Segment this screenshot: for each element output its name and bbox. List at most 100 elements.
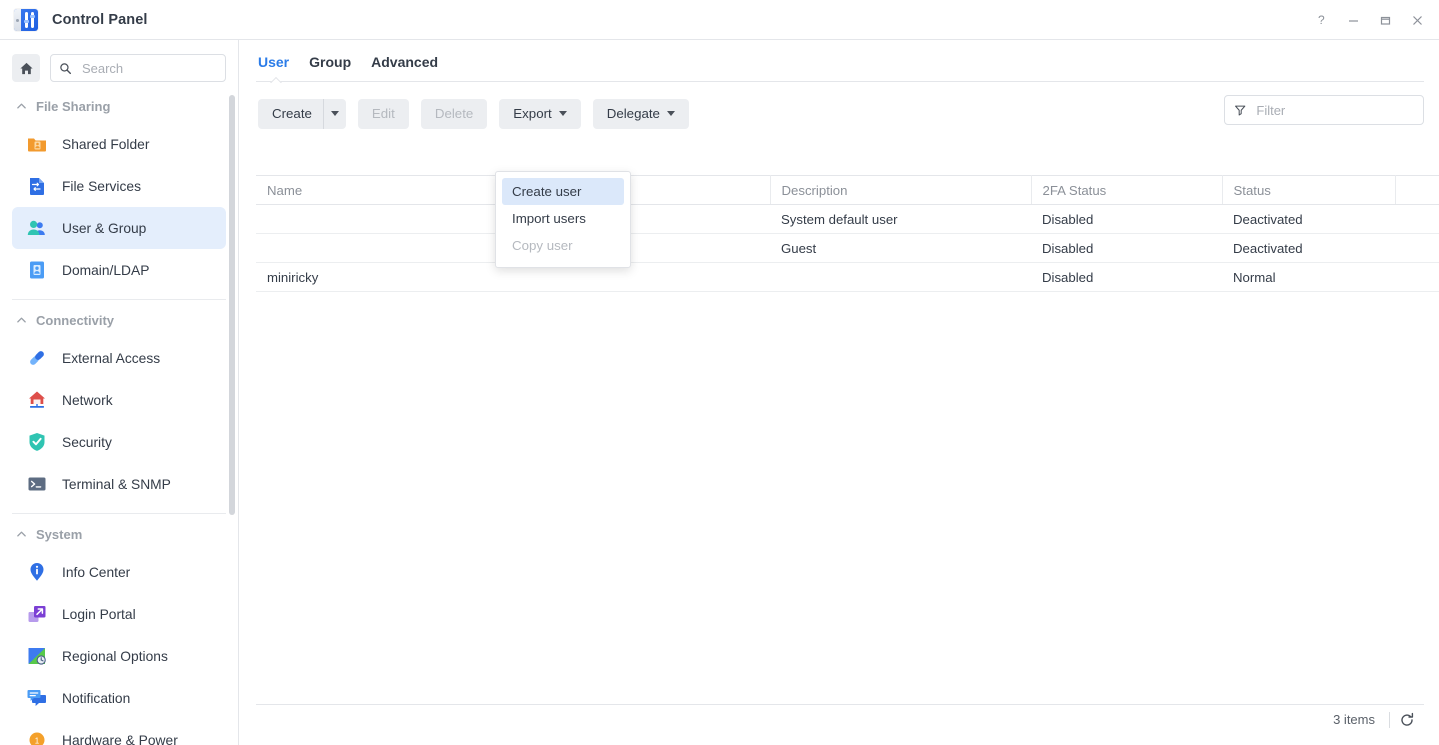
security-icon <box>26 431 48 453</box>
table-footer: 3 items <box>256 704 1424 734</box>
sidebar-item-domain-ldap[interactable]: Domain/LDAP <box>12 249 226 291</box>
column-header-extra[interactable] <box>1395 175 1439 205</box>
sidebar-item-login-portal[interactable]: Login Portal <box>12 593 226 635</box>
cell-status: Deactivated <box>1222 204 1395 234</box>
network-icon <box>26 389 48 411</box>
sidebar-group-file-sharing[interactable]: File Sharing <box>0 90 238 123</box>
login-portal-icon <box>26 603 48 625</box>
svg-text:?: ? <box>1318 14 1325 27</box>
users-table-wrap: Name Email Description 2FA Status Status… <box>256 175 1439 292</box>
search-icon <box>60 62 72 74</box>
sidebar-nav: File Sharing Shared Folder File Services… <box>0 90 238 745</box>
column-header-2fa-status[interactable]: 2FA Status <box>1031 175 1223 205</box>
column-header-status[interactable]: Status <box>1222 175 1396 205</box>
chevron-up-icon <box>17 103 26 109</box>
cell-extra <box>1395 233 1439 263</box>
home-button[interactable] <box>12 54 40 82</box>
column-header-description[interactable]: Description <box>770 175 1032 205</box>
sidebar-item-shared-folder[interactable]: Shared Folder <box>12 123 226 165</box>
table-row[interactable]: miniricky Disabled Normal <box>256 262 1439 292</box>
sidebar-item-label: Regional Options <box>62 648 168 664</box>
external-access-icon <box>26 347 48 369</box>
create-split-button[interactable]: Create <box>258 98 346 129</box>
sidebar-item-label: User & Group <box>62 220 147 236</box>
sidebar-scrollbar[interactable] <box>229 95 235 515</box>
cell-description: System default user <box>770 204 1031 234</box>
sidebar-item-security[interactable]: Security <box>12 421 226 463</box>
filter-input[interactable] <box>1254 101 1414 119</box>
filter-box[interactable] <box>1224 95 1424 125</box>
users-table: Name Email Description 2FA Status Status… <box>256 175 1439 292</box>
control-panel-icon <box>14 8 38 31</box>
tab-bar: User Group Advanced <box>239 40 1439 82</box>
cell-status: Deactivated <box>1222 233 1395 263</box>
sidebar-item-info-center[interactable]: Info Center <box>12 551 226 593</box>
export-button[interactable]: Export <box>499 98 581 129</box>
sidebar-item-label: File Services <box>62 178 141 194</box>
table-row[interactable]: System default user Disabled Deactivated <box>256 204 1439 234</box>
window-title: Control Panel <box>52 11 148 28</box>
create-dropdown-toggle[interactable] <box>323 98 346 129</box>
chevron-down-icon <box>666 111 675 116</box>
sidebar-item-notification[interactable]: Notification <box>12 677 226 719</box>
sidebar-group-label: Connectivity <box>36 313 115 328</box>
menu-item-create-user[interactable]: Create user <box>502 178 624 205</box>
sidebar-item-label: Login Portal <box>62 606 136 622</box>
chevron-up-icon <box>17 317 26 323</box>
create-dropdown-menu: Create user Import users Copy user <box>495 171 631 268</box>
table-header-row: Name Email Description 2FA Status Status <box>256 175 1439 205</box>
minimize-button[interactable] <box>1337 4 1369 36</box>
tab-group[interactable]: Group <box>309 54 367 82</box>
sidebar-group-system[interactable]: System <box>0 518 238 551</box>
item-count-label: 3 items <box>1333 712 1375 727</box>
cell-extra <box>1395 262 1439 292</box>
sidebar-group-connectivity[interactable]: Connectivity <box>0 304 238 337</box>
sidebar-item-hardware-power[interactable]: 1 Hardware & Power <box>12 719 226 745</box>
sidebar-item-label: Domain/LDAP <box>62 262 150 278</box>
sidebar-item-network[interactable]: Network <box>12 379 226 421</box>
delete-button[interactable]: Delete <box>420 98 488 129</box>
sidebar-item-label: Notification <box>62 690 131 706</box>
toolbar: Create Edit Delete Export Delegate <box>239 82 1439 132</box>
sidebar-item-label: Info Center <box>62 564 131 580</box>
window-controls: ? <box>1305 0 1433 40</box>
chevron-down-icon <box>558 111 567 116</box>
user-group-icon <box>26 217 48 239</box>
sidebar-item-regional-options[interactable]: Regional Options <box>12 635 226 677</box>
domain-ldap-icon <box>26 259 48 281</box>
sidebar-item-user-group[interactable]: User & Group <box>12 207 226 249</box>
menu-item-copy-user[interactable]: Copy user <box>502 232 624 259</box>
sidebar-group-label: File Sharing <box>36 99 111 114</box>
delegate-button[interactable]: Delegate <box>592 98 689 129</box>
refresh-icon <box>1401 712 1414 726</box>
sidebar-search-box[interactable] <box>50 54 226 82</box>
filter-icon <box>1235 105 1246 116</box>
sidebar-divider <box>12 513 226 514</box>
hardware-power-icon: 1 <box>26 729 48 745</box>
sidebar-item-terminal-snmp[interactable]: Terminal & SNMP <box>12 463 226 505</box>
edit-button[interactable]: Edit <box>357 98 409 129</box>
table-row[interactable]: Guest Disabled Deactivated <box>256 233 1439 263</box>
maximize-button[interactable] <box>1369 4 1401 36</box>
cell-name: miniricky <box>256 262 513 292</box>
cell-name <box>256 204 513 234</box>
refresh-button[interactable] <box>1390 706 1424 734</box>
menu-item-import-users[interactable]: Import users <box>502 205 624 232</box>
tab-advanced[interactable]: Advanced <box>371 54 454 82</box>
sidebar-item-file-services[interactable]: File Services <box>12 165 226 207</box>
sidebar-divider <box>12 299 226 300</box>
shared-folder-icon <box>26 133 48 155</box>
column-header-name[interactable]: Name <box>256 175 514 205</box>
sidebar-item-label: Shared Folder <box>62 136 150 152</box>
cell-2fa-status: Disabled <box>1031 204 1222 234</box>
create-button[interactable]: Create <box>258 98 323 129</box>
sidebar-item-label: Terminal & SNMP <box>62 476 171 492</box>
sidebar-item-external-access[interactable]: External Access <box>12 337 226 379</box>
close-button[interactable] <box>1401 4 1433 36</box>
help-button[interactable]: ? <box>1305 4 1337 36</box>
cell-2fa-status: Disabled <box>1031 233 1222 263</box>
svg-text:1: 1 <box>35 737 40 745</box>
window-titlebar: Control Panel ? <box>0 0 1439 40</box>
sidebar: File Sharing Shared Folder <box>0 40 239 745</box>
search-input[interactable] <box>79 59 217 77</box>
